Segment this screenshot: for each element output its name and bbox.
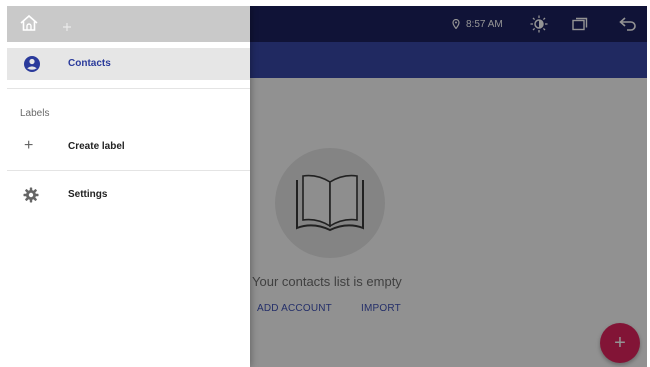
notification-dot-icon (63, 18, 71, 36)
drawer-item-settings[interactable]: Settings (7, 182, 250, 208)
drawer-item-label: Contacts (68, 58, 111, 69)
labels-section-header: Labels (20, 108, 50, 119)
plus-icon: + (24, 137, 34, 154)
gear-icon (23, 187, 39, 208)
home-icon[interactable] (19, 13, 39, 38)
drawer-item-contacts[interactable]: Contacts (7, 48, 250, 80)
drawer-item-label: Create label (68, 141, 125, 152)
drawer-status-area (7, 6, 250, 42)
account-circle-icon (23, 55, 41, 78)
divider (7, 88, 250, 89)
drawer-item-label: Settings (68, 189, 108, 200)
device-screen: 8:57 AM Your contacts list is empty ADD … (7, 6, 647, 367)
drawer-item-create-label[interactable]: + Create label (7, 134, 250, 160)
divider (7, 170, 250, 171)
navigation-drawer: Contacts Labels + Create label Settings (7, 6, 250, 367)
